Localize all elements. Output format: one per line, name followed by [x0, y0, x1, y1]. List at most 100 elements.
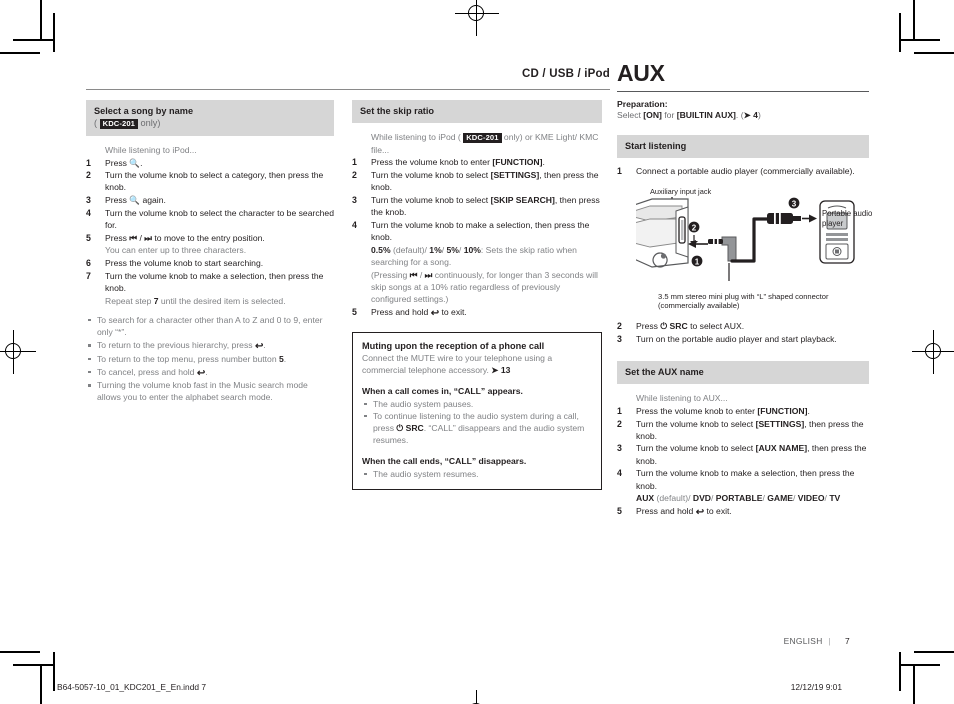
column-two: Set the skip ratio While listening to iP… [352, 100, 602, 490]
return-icon: ↩ [196, 367, 206, 379]
svg-text:3: 3 [792, 199, 797, 208]
return-icon: ↩ [430, 307, 440, 319]
step-item: 3 Turn the volume knob to select [AUX NAM… [617, 443, 867, 466]
chapter-title-aux: AUX [617, 60, 665, 86]
bullet-item: To search for a character other than A t… [86, 314, 334, 338]
step-note-repeat: Repeat step 7 until the desired item is … [105, 295, 286, 306]
page-number: 7 [845, 636, 850, 646]
step-item: 5 Press and hold ↩ to exit. [617, 506, 732, 518]
step-number: 5 [617, 506, 622, 516]
footer-language-block: ENGLISH | 7 [784, 636, 850, 646]
bullets-select-song: To search for a character other than A t… [86, 314, 334, 403]
step-number: 5 [86, 232, 91, 243]
power-icon: ⏻ [660, 321, 668, 332]
step-note-options: 0.5% (default)/ 1%/ 5%/ 10%: Sets the sk… [371, 244, 577, 267]
page-ref-arrow-icon: ➤ [743, 110, 751, 120]
step-item: 5 Press ⏮ / ⏭ to move to the entry positi… [86, 232, 265, 243]
bullet-item: To continue listening to the audio syste… [362, 410, 592, 447]
step-item: 1 Connect a portable audio player (commer… [617, 166, 855, 177]
figure-label-portable-player: Portable audio player [822, 208, 873, 229]
step-number: 1 [352, 157, 357, 168]
boxnote-bullets-ended: The audio system resumes. [362, 468, 592, 480]
step-note-paren: (Pressing ⏮ / ⏭ continuously, for longer… [371, 269, 598, 305]
boxnote-bullets-incoming: The audio system pauses. To continue lis… [362, 398, 592, 447]
model-badge-kdc201: KDC-201 [99, 118, 138, 130]
boxnote-intro: Connect the MUTE wire to your telephone … [362, 352, 553, 376]
step-number: 2 [617, 418, 622, 429]
step-number: 4 [352, 219, 357, 230]
figure-caption-aux-jack: Auxiliary input jack [650, 186, 712, 196]
boxnote-title: Muting upon the reception of a phone cal… [362, 340, 545, 351]
steps-aux-name: 1 Press the volume knob to enter [FUNCTIO… [617, 405, 869, 518]
search-icon: 🔍 [129, 195, 141, 206]
bullet-item: The audio system pauses. [362, 398, 592, 410]
step-number: 3 [352, 194, 357, 205]
step-item: 2 Turn the volume knob to select [SETTING… [617, 418, 864, 441]
bullet-item: To return to the top menu, press number … [86, 353, 334, 365]
step-item: 1 Press 🔍. [86, 157, 143, 168]
svg-text:1: 1 [695, 257, 700, 266]
figure-aux-connection: Auxiliary input jack 2 1 3 3.5 mm stereo… [633, 186, 872, 312]
bullet-item: The audio system resumes. [362, 468, 592, 480]
preparation-text: Select [ON] for [BUILTIN AUX]. (➤ 4) [617, 110, 761, 120]
lead-text-skip-ratio: While listening to iPod ( KDC-201 only) … [371, 132, 599, 155]
step-item: 5 Press and hold ↩ to exit. [352, 306, 467, 319]
step-number: 1 [617, 166, 622, 177]
section-title-aux-name: Set the AUX name [625, 366, 704, 377]
steps-skip-ratio: 1 Press the volume knob to enter [FUNCTIO… [352, 156, 602, 318]
chapter-rule [617, 91, 869, 92]
return-icon: ↩ [695, 507, 705, 518]
step-number: 1 [617, 405, 622, 416]
figure-caption-plug: 3.5 mm stereo mini plug with “L” shaped … [658, 291, 829, 311]
step-item: 3 Press 🔍 again. [86, 195, 166, 206]
footer-language: ENGLISH [783, 636, 823, 646]
step-number: 3 [617, 443, 622, 454]
step-note-aux-options: AUX (default)/ DVD/ PORTABLE/ GAME/ VIDE… [636, 493, 841, 504]
model-badge-kdc201: KDC-201 [463, 132, 502, 144]
step-number: 6 [86, 258, 91, 269]
step-item: 4 Turn the volume knob to select the char… [86, 207, 334, 231]
prev-track-icon: ⏮ [129, 232, 138, 243]
steps-select-song: 1 Press 🔍. 2 Turn the volume knob to selec… [86, 157, 334, 307]
step-item: 7 Turn the volume knob to make a selectio… [86, 270, 324, 294]
next-track-icon: ⏭ [424, 269, 433, 280]
step-number: 5 [352, 306, 357, 317]
section-header-select-song: Select a song by name ( KDC-201 only) [86, 100, 334, 136]
step-item: 3 Turn on the portable audio player and s… [617, 334, 837, 345]
bullet-item: Turning the volume knob fast in the Musi… [86, 379, 334, 403]
page-content: CD / USB / iPod Select a song by name ( … [0, 0, 954, 704]
prev-track-icon: ⏮ [409, 269, 418, 280]
section-header-start-listening: Start listening [617, 135, 869, 159]
step-item: 1 Press the volume knob to enter [FUNCTIO… [352, 157, 545, 168]
step-number: 1 [86, 157, 91, 168]
boxnote-heading-ended: When the call ends, “CALL” disappears. [362, 456, 527, 467]
section-title-skip-ratio: Set the skip ratio [360, 106, 435, 116]
header-rule [86, 89, 610, 90]
bullet-item: To cancel, press and hold ↩. [86, 366, 334, 378]
section-header-aux-name: Set the AUX name [617, 360, 869, 385]
return-icon: ↩ [254, 341, 264, 353]
footer-separator: | [828, 636, 832, 646]
column-one: Select a song by name ( KDC-201 only) Wh… [86, 100, 334, 404]
section-subtitle-select-song: ( KDC-201 only) [94, 118, 161, 130]
step-number: 4 [86, 207, 91, 218]
head-unit-illustration [633, 198, 689, 268]
page-ref-arrow-icon: ➤ [491, 365, 499, 376]
imprint-filename: B64-5057-10_01_KDC201_E_En.indd 7 [57, 682, 207, 692]
preparation-label: Preparation: [617, 99, 668, 109]
l-shaped-plug [708, 236, 737, 262]
running-head: CD / USB / iPod [522, 68, 610, 80]
section-title-start-listening: Start listening [625, 141, 687, 151]
lead-text-aux-name: While listening to AUX... [636, 393, 728, 404]
step-item: 2 Turn the volume knob to select [SETTING… [352, 170, 599, 193]
search-icon: 🔍 [129, 157, 141, 168]
boxnote-heading-incoming: When a call comes in, “CALL” appears. [362, 386, 523, 397]
step-item: 6 Press the volume knob to start searchin… [86, 258, 264, 269]
step-number: 7 [86, 270, 91, 281]
step-item: 4 Turn the volume knob to make a selectio… [617, 468, 855, 491]
step-number: 2 [86, 170, 91, 181]
svg-text:2: 2 [692, 223, 697, 232]
power-icon: ⏻ [396, 422, 404, 433]
imprint-datetime: 12/12/19 9:01 [790, 682, 842, 692]
manual-page: CD / USB / iPod Select a song by name ( … [0, 0, 954, 704]
